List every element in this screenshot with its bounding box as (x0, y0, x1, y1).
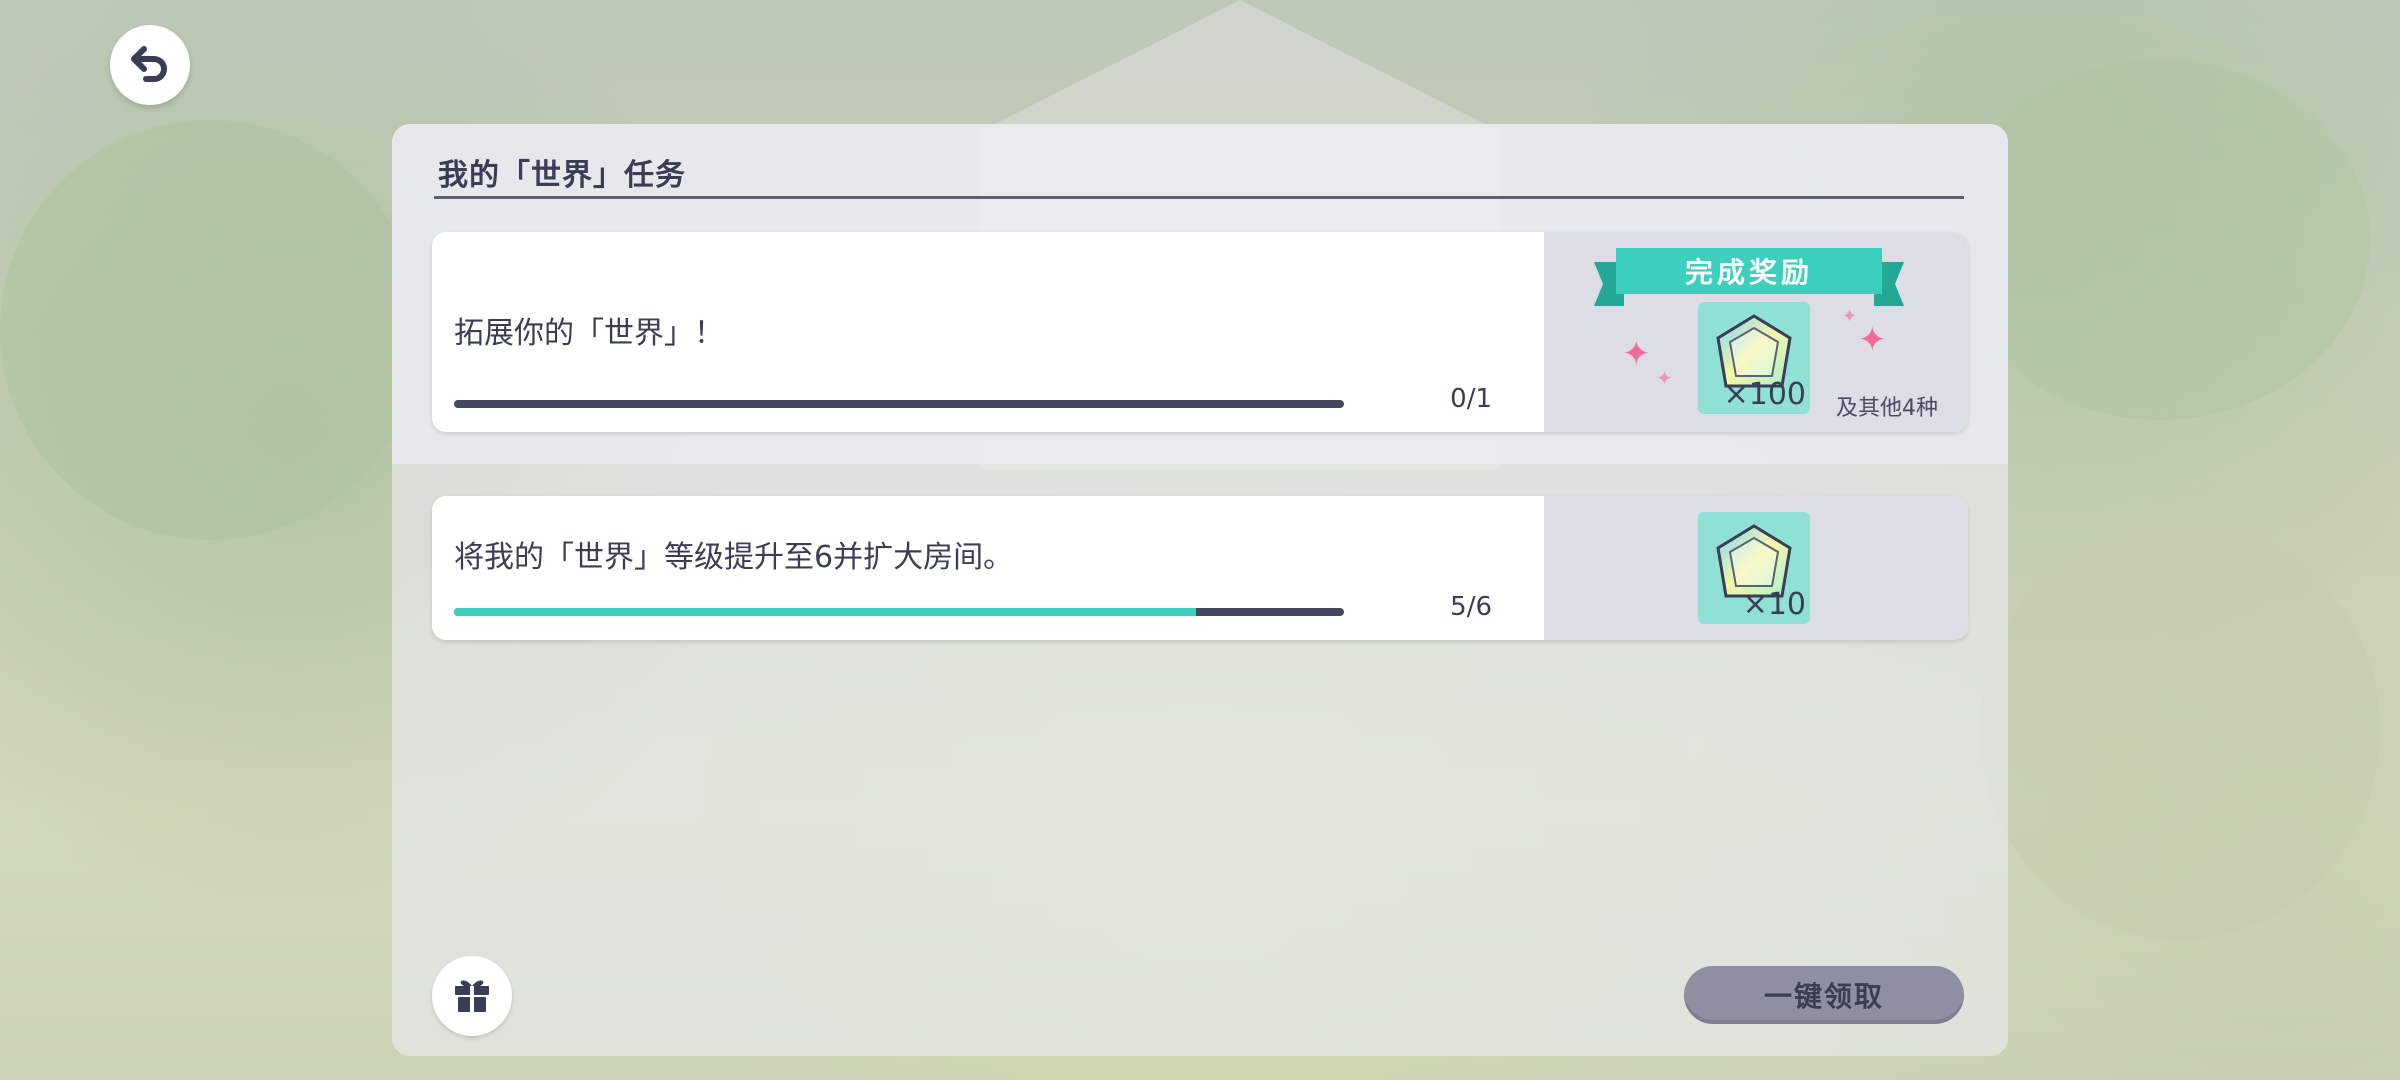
sparkle-icon: ✦ (1622, 334, 1651, 374)
sparkle-icon: ✦ (1656, 366, 1673, 390)
task-description: 将我的「世界」等级提升至6并扩大房间。 (454, 540, 1014, 575)
back-button[interactable] (110, 25, 190, 105)
reward-more-text: 及其他4种 (1836, 396, 1938, 421)
reward-area: ×10 (1544, 496, 1968, 640)
completion-reward-banner: 完成奖励 (1594, 248, 1904, 306)
task-progress-bar (454, 608, 1344, 616)
reward-area: 完成奖励 ✦ ✦ ✦ ✦ ×100 及其他4种 (1544, 232, 1968, 432)
task-card[interactable]: 拓展你的「世界」！ 0/1 完成奖励 ✦ ✦ ✦ ✦ ×100 及其他4种 (432, 232, 1968, 432)
back-arrow-icon (128, 41, 172, 89)
mission-panel: 我的「世界」任务 拓展你的「世界」！ 0/1 完成奖励 ✦ ✦ ✦ ✦ ×100… (392, 124, 2008, 1056)
reward-quantity: ×10 (1742, 587, 1806, 622)
gift-button[interactable] (432, 956, 512, 1036)
page-title: 我的「世界」任务 (438, 158, 686, 193)
banner-label: 完成奖励 (1616, 248, 1882, 294)
reward-item[interactable]: ×10 (1698, 512, 1810, 624)
sparkle-icon: ✦ (1858, 320, 1887, 360)
task-progress-bar (454, 400, 1344, 408)
reward-quantity: ×100 (1723, 377, 1806, 412)
title-divider (434, 196, 1964, 199)
claim-all-button[interactable]: 一键领取 (1684, 966, 1964, 1024)
task-card[interactable]: 将我的「世界」等级提升至6并扩大房间。 5/6 ×10 (432, 496, 1968, 640)
task-progress-count: 5/6 (1450, 592, 1492, 622)
task-description: 拓展你的「世界」！ (454, 316, 724, 351)
sparkle-icon: ✦ (1842, 306, 1858, 327)
task-progress-count: 0/1 (1450, 384, 1492, 414)
gift-icon (450, 972, 494, 1020)
reward-item[interactable]: ×100 (1698, 302, 1810, 414)
task-progress-fill (454, 608, 1196, 616)
